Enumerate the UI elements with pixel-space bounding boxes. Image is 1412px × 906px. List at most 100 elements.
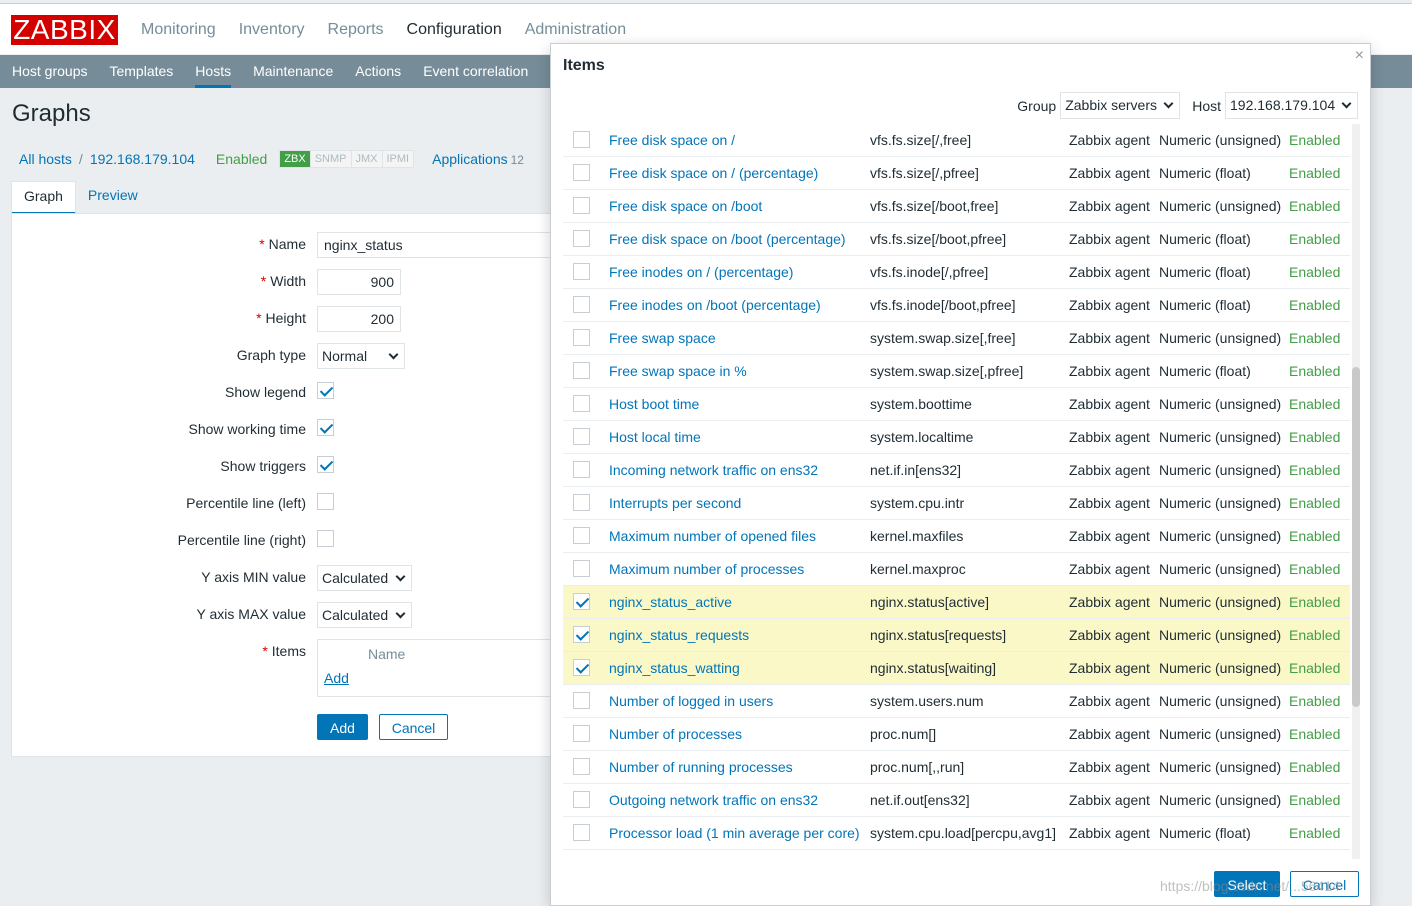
table-row[interactable]: Number of processes proc.num[] Zabbix agen… [563, 718, 1350, 751]
zabbix-logo[interactable]: ZABBIX [11, 15, 118, 45]
item-name-link[interactable]: Outgoing network traffic on ens32 [609, 792, 818, 808]
table-row[interactable]: nginx_status_active nginx.status[active] Z… [563, 586, 1350, 619]
show-triggers-checkbox[interactable] [317, 456, 334, 473]
row-checkbox[interactable] [573, 527, 590, 544]
row-checkbox[interactable] [573, 362, 590, 379]
table-row[interactable]: Free inodes on / (percentage) vfs.fs.inod… [563, 256, 1350, 289]
row-checkbox[interactable] [573, 197, 590, 214]
main-menu-monitoring[interactable]: Monitoring [141, 21, 216, 39]
items-scrollbar-thumb[interactable] [1352, 367, 1360, 707]
row-checkbox[interactable] [573, 296, 590, 313]
row-checkbox[interactable] [573, 461, 590, 478]
table-row[interactable]: nginx_status_watting nginx.status[waiting… [563, 652, 1350, 685]
item-name-link[interactable]: nginx_status_active [609, 594, 732, 610]
table-row[interactable]: Number of running processes proc.num[,,ru… [563, 751, 1350, 784]
table-row[interactable]: Interrupts per second system.cpu.intr Zabb… [563, 487, 1350, 520]
row-checkbox[interactable] [573, 593, 590, 610]
row-checkbox[interactable] [573, 659, 590, 676]
item-name-link[interactable]: Number of running processes [609, 759, 793, 775]
item-name-link[interactable]: Host boot time [609, 396, 699, 412]
row-checkbox[interactable] [573, 494, 590, 511]
table-row[interactable]: Free swap space system.swap.size[,free] Za… [563, 322, 1350, 355]
sub-menu-templates[interactable]: Templates [98, 55, 184, 88]
item-name-link[interactable]: Free inodes on /boot (percentage) [609, 297, 821, 313]
row-checkbox[interactable] [573, 428, 590, 445]
row-checkbox[interactable] [573, 230, 590, 247]
table-row[interactable]: Outgoing network traffic on ens32 net.if.… [563, 784, 1350, 817]
cancel-button[interactable]: Cancel [379, 714, 448, 740]
table-row[interactable]: Free disk space on / vfs.fs.size[/,free] Z… [563, 124, 1350, 157]
table-row[interactable]: nginx_status_requests nginx.status[reques… [563, 619, 1350, 652]
tab-graph[interactable]: Graph [11, 181, 76, 215]
item-name-link[interactable]: Processor load (1 min average per core) [609, 825, 860, 841]
table-row[interactable]: Free disk space on / (percentage) vfs.fs.… [563, 157, 1350, 190]
tab-preview[interactable]: Preview [76, 181, 150, 215]
row-checkbox[interactable] [573, 395, 590, 412]
item-name-link[interactable]: Free swap space [609, 330, 716, 346]
name-input[interactable]: nginx_status [317, 232, 572, 258]
row-checkbox[interactable] [573, 560, 590, 577]
table-row[interactable]: Host boot time system.boottime Zabbix agen… [563, 388, 1350, 421]
breadcrumb-host[interactable]: 192.168.179.104 [90, 151, 195, 167]
ymax-select[interactable]: Calculated [317, 602, 412, 628]
show-legend-checkbox[interactable] [317, 382, 334, 399]
item-name-link[interactable]: nginx_status_requests [609, 627, 749, 643]
host-select[interactable]: 192.168.179.104 [1225, 92, 1358, 119]
item-name-link[interactable]: Free swap space in % [609, 363, 747, 379]
group-select[interactable]: Zabbix servers [1060, 92, 1181, 119]
table-row[interactable]: Maximum number of opened files kernel.max… [563, 520, 1350, 553]
item-name-link[interactable]: Incoming network traffic on ens32 [609, 462, 818, 478]
table-row[interactable]: Number of logged in users system.users.nu… [563, 685, 1350, 718]
sub-menu-actions[interactable]: Actions [344, 55, 412, 88]
table-row[interactable]: Processor load (1 min average per core) s… [563, 817, 1350, 850]
add-button[interactable]: Add [317, 714, 368, 740]
row-checkbox[interactable] [573, 164, 590, 181]
item-name-link[interactable]: Free disk space on /boot (percentage) [609, 231, 846, 247]
item-name-link[interactable]: Free disk space on /boot [609, 198, 762, 214]
host-status[interactable]: Enabled [216, 151, 267, 167]
item-name-link[interactable]: Number of processes [609, 726, 742, 742]
main-menu-inventory[interactable]: Inventory [239, 21, 305, 39]
row-checkbox[interactable] [573, 758, 590, 775]
table-row[interactable]: Incoming network traffic on ens32 net.if.… [563, 454, 1350, 487]
percentile-left-checkbox[interactable] [317, 493, 334, 510]
sub-menu-hosts[interactable]: Hosts [184, 55, 242, 88]
row-checkbox[interactable] [573, 131, 590, 148]
item-name-link[interactable]: Maximum number of opened files [609, 528, 816, 544]
item-name-link[interactable]: nginx_status_watting [609, 660, 740, 676]
main-menu-reports[interactable]: Reports [328, 21, 384, 39]
sub-menu-maintenance[interactable]: Maintenance [242, 55, 344, 88]
height-input[interactable]: 200 [317, 306, 401, 332]
row-checkbox[interactable] [573, 791, 590, 808]
sub-menu-event-correlation[interactable]: Event correlation [412, 55, 539, 88]
table-row[interactable]: Free swap space in % system.swap.size[,pf… [563, 355, 1350, 388]
item-name-link[interactable]: Free disk space on / [609, 132, 735, 148]
row-checkbox[interactable] [573, 626, 590, 643]
sub-menu-host-groups[interactable]: Host groups [1, 55, 98, 88]
table-row[interactable]: Free inodes on /boot (percentage) vfs.fs.… [563, 289, 1350, 322]
row-checkbox[interactable] [573, 263, 590, 280]
item-name-link[interactable]: Interrupts per second [609, 495, 741, 511]
row-checkbox[interactable] [573, 329, 590, 346]
graph-type-select[interactable]: Normal [317, 343, 405, 369]
item-name-link[interactable]: Maximum number of processes [609, 561, 804, 577]
add-item-link[interactable]: Add [324, 670, 349, 686]
item-name-link[interactable]: Free inodes on / (percentage) [609, 264, 793, 280]
row-checkbox[interactable] [573, 824, 590, 841]
percentile-right-checkbox[interactable] [317, 530, 334, 547]
item-name-link[interactable]: Host local time [609, 429, 701, 445]
breadcrumb-applications[interactable]: Applications 12 [432, 151, 524, 167]
item-name-link[interactable]: Free disk space on / (percentage) [609, 165, 818, 181]
main-menu-administration[interactable]: Administration [525, 21, 626, 39]
table-row[interactable]: Maximum number of processes kernel.maxpro… [563, 553, 1350, 586]
width-input[interactable]: 900 [317, 269, 401, 295]
table-row[interactable]: Host local time system.localtime Zabbix ag… [563, 421, 1350, 454]
breadcrumb-all-hosts[interactable]: All hosts [19, 151, 72, 167]
table-row[interactable]: Free disk space on /boot vfs.fs.size[/boo… [563, 190, 1350, 223]
item-name-link[interactable]: Number of logged in users [609, 693, 773, 709]
show-working-time-checkbox[interactable] [317, 419, 334, 436]
row-checkbox[interactable] [573, 725, 590, 742]
main-menu-configuration[interactable]: Configuration [407, 21, 502, 39]
close-icon[interactable]: × [1355, 47, 1364, 65]
ymin-select[interactable]: Calculated [317, 565, 412, 591]
